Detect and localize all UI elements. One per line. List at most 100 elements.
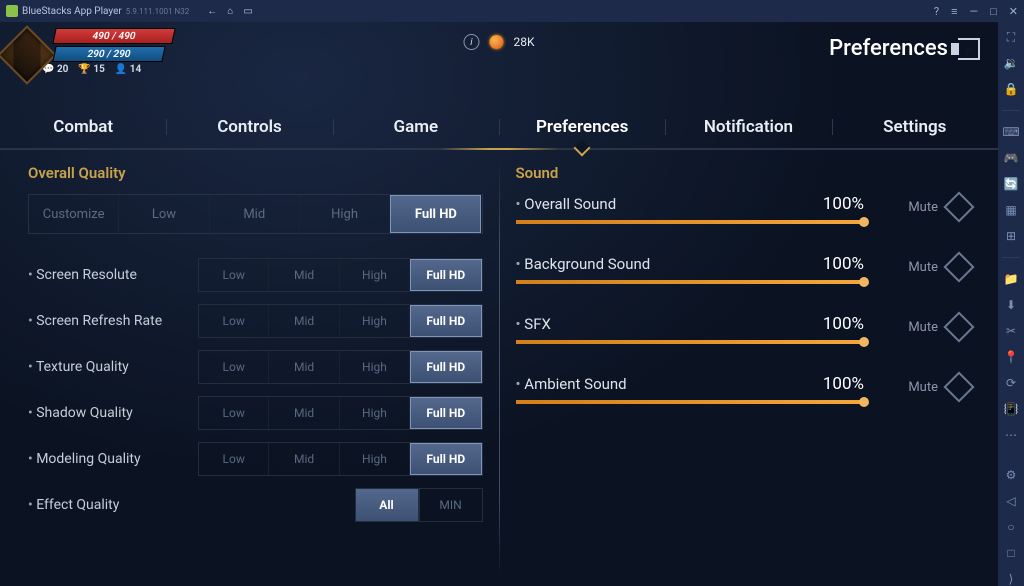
nav-back-icon[interactable]: ← — [207, 6, 217, 17]
tool-home-icon[interactable]: ○ — [1004, 520, 1018, 534]
quality-option[interactable]: Low — [199, 305, 269, 337]
sound-row-label: Background Sound — [516, 255, 651, 273]
quality-option[interactable]: Low — [199, 351, 269, 383]
quality-option[interactable]: Mid — [269, 443, 339, 475]
sound-column: Sound Overall Sound 100% Mute Background So… — [506, 160, 981, 578]
effect-quality-label: Effect Quality — [28, 497, 198, 513]
quality-option[interactable]: Mid — [269, 351, 339, 383]
quality-option[interactable]: Full HD — [410, 305, 481, 337]
tool-settings-icon[interactable]: ⚙ — [1004, 468, 1018, 482]
tool-screenshot-icon[interactable]: ✂ — [1004, 324, 1018, 338]
tool-fullscreen-icon[interactable]: ⛶ — [1004, 30, 1018, 44]
tab-settings[interactable]: Settings — [832, 109, 998, 145]
sound-row-value: 100% — [823, 254, 864, 274]
tool-rotate-icon[interactable]: ⟳ — [1004, 376, 1018, 390]
quality-option[interactable]: High — [340, 259, 410, 291]
tool-sync-icon[interactable]: 🔄 — [1004, 177, 1018, 191]
sound-slider[interactable] — [516, 280, 865, 284]
exit-icon[interactable] — [958, 38, 980, 60]
sound-slider[interactable] — [516, 220, 865, 224]
tool-shake-icon[interactable]: 📳 — [1004, 402, 1018, 416]
sound-row-label: SFX — [516, 315, 551, 333]
mute-checkbox[interactable] — [943, 251, 974, 282]
bluestacks-titlebar: BlueStacks App Player 5.9.111.1001 N32 ←… — [0, 0, 1024, 22]
quality-row-label: Modeling Quality — [28, 451, 198, 467]
quality-option[interactable]: High — [340, 443, 410, 475]
mute-checkbox[interactable] — [943, 311, 974, 342]
quality-option[interactable]: Full HD — [410, 351, 481, 383]
mute-checkbox[interactable] — [943, 191, 974, 222]
quality-option[interactable]: Mid — [269, 259, 339, 291]
quality-row-label: Screen Resolute — [28, 267, 198, 283]
currency-icon — [489, 35, 503, 49]
bluestacks-logo-icon — [6, 5, 18, 17]
sound-section-title: Sound — [516, 164, 971, 182]
tab-controls[interactable]: Controls — [166, 109, 332, 145]
window-minimize-icon[interactable]: — — [970, 5, 979, 18]
quality-row-label: Texture Quality — [28, 359, 198, 375]
quality-row: Screen ResoluteLowMidHighFull HD — [28, 252, 483, 298]
sound-row-value: 100% — [823, 194, 864, 214]
mute-label: Mute — [908, 320, 938, 335]
preset-high[interactable]: High — [300, 195, 390, 233]
info-icon[interactable]: i — [463, 34, 479, 50]
tool-macro-icon[interactable]: ⊞ — [1004, 229, 1018, 243]
quality-option[interactable]: Full HD — [410, 443, 481, 475]
quality-option[interactable]: High — [340, 351, 410, 383]
quality-option[interactable]: Mid — [269, 397, 339, 429]
nav-home-icon[interactable]: ⌂ — [227, 6, 233, 17]
preset-low[interactable]: Low — [119, 195, 209, 233]
quality-option[interactable]: Low — [199, 443, 269, 475]
tool-recents-icon[interactable]: □ — [1004, 546, 1018, 560]
nav-recent-icon[interactable]: ▭ — [243, 6, 252, 17]
quality-option[interactable]: High — [340, 305, 410, 337]
quality-option[interactable]: Full HD — [410, 259, 481, 291]
sound-slider[interactable] — [516, 400, 865, 404]
tool-apk-icon[interactable]: ⬇ — [1004, 298, 1018, 312]
tool-gamepad-icon[interactable]: 🎮 — [1004, 151, 1018, 165]
effect-option[interactable]: All — [355, 488, 419, 522]
tool-collapse-icon[interactable]: ⟩ — [1004, 572, 1018, 586]
currency-amount: 28K — [513, 35, 534, 49]
tool-volume-icon[interactable]: 🔉 — [1004, 56, 1018, 70]
sound-row: SFX 100% Mute — [516, 314, 971, 344]
sound-row-label: Overall Sound — [516, 195, 617, 213]
tool-folder-icon[interactable]: 📁 — [1004, 272, 1018, 286]
tab-notification[interactable]: Notification — [665, 109, 831, 145]
tool-lock-icon[interactable]: 🔒 — [1004, 82, 1018, 96]
quality-option[interactable]: Low — [199, 397, 269, 429]
sound-slider[interactable] — [516, 340, 865, 344]
quality-row: Modeling QualityLowMidHighFull HD — [28, 436, 483, 482]
effect-option[interactable]: MIN — [419, 488, 483, 522]
preset-full-hd[interactable]: Full HD — [390, 195, 481, 233]
stat-trophy-icon: 🏆 15 — [78, 64, 104, 75]
tab-combat[interactable]: Combat — [0, 109, 166, 145]
tool-keyboard-icon[interactable]: ⌨ — [1004, 125, 1018, 139]
sound-row-value: 100% — [823, 374, 864, 394]
preset-customize[interactable]: Customize — [29, 195, 119, 233]
quality-column: Overall Quality CustomizeLowMidHighFull … — [18, 160, 493, 578]
preset-mid[interactable]: Mid — [210, 195, 300, 233]
quality-option[interactable]: Low — [199, 259, 269, 291]
tab-preferences[interactable]: Preferences — [499, 109, 665, 145]
help-icon[interactable]: ? — [934, 5, 939, 18]
sound-row: Ambient Sound100%Mute — [516, 374, 971, 404]
sound-row: Background Sound100%Mute — [516, 254, 971, 284]
tab-game[interactable]: Game — [333, 109, 499, 145]
quality-row: Screen Refresh RateLowMidHighFull HD — [28, 298, 483, 344]
mini-stats: 💬 20 🏆 15 👤 14 — [42, 64, 174, 75]
mute-checkbox[interactable] — [943, 371, 974, 402]
tool-more-icon[interactable]: ⋯ — [1004, 428, 1018, 442]
quality-option[interactable]: Full HD — [410, 397, 481, 429]
sound-row-value: 100% — [823, 314, 864, 334]
window-close-icon[interactable]: ✕ — [1009, 5, 1018, 18]
tool-location-icon[interactable]: 📍 — [1004, 350, 1018, 364]
quality-row-label: Shadow Quality — [28, 405, 198, 421]
menu-icon[interactable]: ≡ — [951, 5, 957, 18]
tool-multi-icon[interactable]: ▦ — [1004, 203, 1018, 217]
quality-option[interactable]: Mid — [269, 305, 339, 337]
window-maximize-icon[interactable]: □ — [990, 5, 997, 18]
bluestacks-side-toolbar: ⛶ 🔉 🔒 ⌨ 🎮 🔄 ▦ ⊞ 📁 ⬇ ✂ 📍 ⟳ 📳 ⋯ ⚙ ◁ ○ □ ⟩ — [998, 22, 1024, 586]
quality-option[interactable]: High — [340, 397, 410, 429]
tool-back-icon[interactable]: ◁ — [1004, 494, 1018, 508]
